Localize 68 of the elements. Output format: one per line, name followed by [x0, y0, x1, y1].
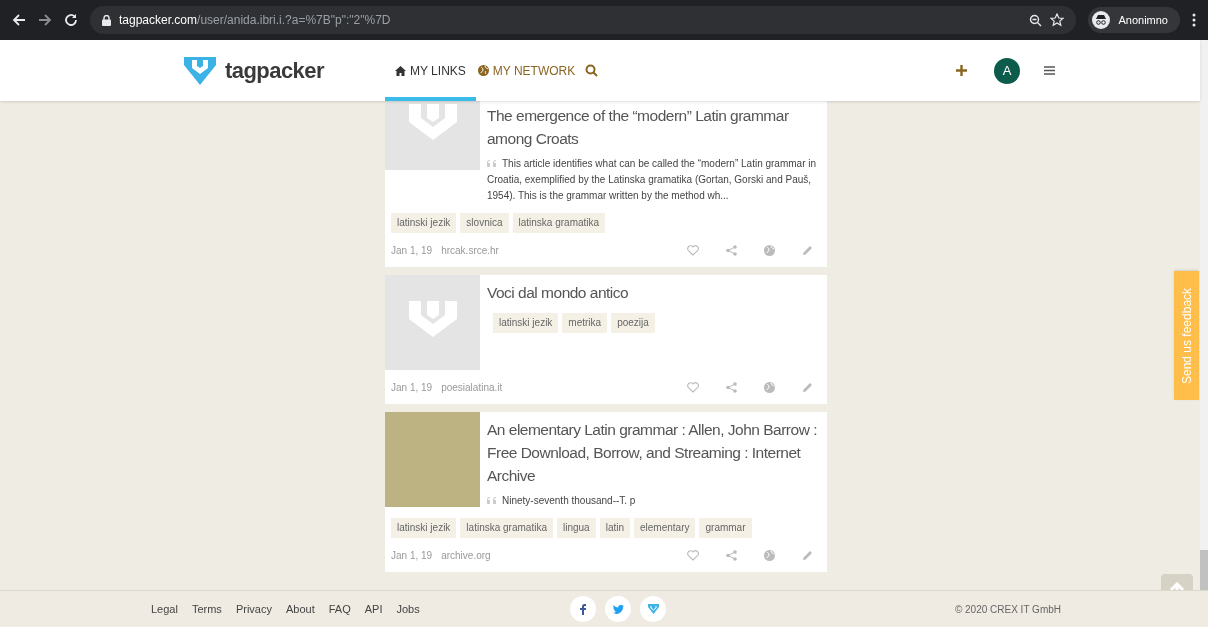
lock-icon — [102, 14, 111, 26]
user-avatar[interactable]: A — [994, 57, 1020, 84]
link-description: Ninety-seventh thousand--T. p — [487, 493, 819, 509]
heart-icon[interactable] — [687, 549, 699, 561]
tag-chip[interactable]: poezija — [611, 313, 655, 333]
footer-link[interactable]: About — [285, 600, 315, 618]
plus-icon[interactable] — [956, 65, 967, 76]
globe-icon[interactable] — [764, 381, 775, 393]
footer-link[interactable]: FAQ — [328, 600, 351, 618]
quote-icon — [487, 497, 497, 504]
quote-icon — [487, 160, 497, 167]
link-source[interactable]: archive.org — [441, 547, 491, 563]
link-date: Jan 1, 19 — [391, 548, 433, 563]
tag-chip[interactable]: elementary — [634, 518, 696, 538]
link-title[interactable]: Voci dal mondo antico — [487, 281, 819, 304]
tag-chip[interactable]: slovnica — [460, 213, 509, 233]
share-icon[interactable] — [726, 549, 737, 561]
copyright-text: © 2020 CREX IT GmbH — [954, 602, 1061, 617]
pencil-icon[interactable] — [802, 381, 813, 393]
tag-chip[interactable]: metrika — [562, 313, 608, 333]
facebook-icon[interactable] — [570, 596, 596, 622]
logo-icon — [183, 55, 217, 86]
scrollbar[interactable] — [1200, 40, 1208, 590]
zoom-icon[interactable] — [1029, 13, 1043, 27]
pencil-icon[interactable] — [802, 549, 813, 561]
reload-icon[interactable] — [64, 13, 78, 27]
link-date: Jan 1, 19 — [391, 243, 433, 258]
footer-link[interactable]: Jobs — [396, 600, 420, 618]
globe-icon[interactable] — [764, 549, 775, 561]
tag-chip[interactable]: latinski jezik — [493, 313, 559, 333]
tag-chip[interactable]: latinska gramatika — [512, 213, 606, 233]
star-icon[interactable] — [1050, 13, 1065, 27]
address-bar[interactable]: tagpacker.com/user/anida.ibri.i.?a=%7B"p":"2"%7D — [90, 6, 1077, 34]
tagpacker-logo[interactable]: tagpacker — [183, 54, 385, 87]
globe-icon — [477, 65, 489, 76]
forward-arrow-icon[interactable] — [38, 13, 52, 27]
heart-icon[interactable] — [687, 381, 699, 393]
incognito-icon — [1092, 11, 1111, 29]
footer-link[interactable]: API — [364, 600, 383, 618]
profile-chip[interactable]: Anonimno — [1088, 7, 1180, 33]
heart-icon[interactable] — [687, 244, 699, 256]
link-title[interactable]: The emergence of the “modern” Latin grammar among Croats — [487, 104, 819, 150]
twitter-icon[interactable] — [605, 596, 631, 622]
search-icon[interactable] — [585, 64, 599, 77]
link-title[interactable]: An elementary Latin grammar : Allen, John Barrow : Free Download, Borrow, and Streaming : Internet Archive — [487, 418, 819, 487]
nav-tab[interactable]: MY NETWORK — [475, 40, 578, 101]
link-date: Jan 1, 19 — [391, 380, 433, 395]
tag-chip[interactable]: latinski jezik — [391, 213, 457, 233]
footer-link[interactable]: Terms — [191, 600, 222, 618]
footer-link[interactable]: Legal — [151, 600, 178, 618]
link-source[interactable]: hrcak.srce.hr — [441, 242, 499, 258]
logo-icon[interactable] — [640, 596, 666, 622]
back-arrow-icon[interactable] — [12, 13, 26, 27]
tag-chip[interactable]: lingua — [556, 518, 596, 538]
home-icon — [395, 65, 406, 76]
link-description: This article identifies what can be called the “modern” Latin grammar in Croatia, exemplified by the Latinska gramatika (Gortan, Gorski and Pauš, 1954). This is the grammar written by the method wh... — [487, 157, 818, 203]
pencil-icon[interactable] — [802, 244, 813, 256]
footer-link[interactable]: Privacy — [235, 600, 272, 618]
share-icon[interactable] — [726, 381, 737, 393]
tag-chip[interactable]: grammar — [699, 518, 752, 538]
more-menu-icon[interactable] — [1192, 13, 1196, 27]
tag-chip[interactable]: latinska gramatika — [460, 518, 553, 538]
share-icon[interactable] — [726, 244, 737, 256]
menu-icon[interactable] — [1044, 66, 1055, 75]
globe-icon[interactable] — [764, 244, 775, 256]
tag-chip[interactable]: latinski jezik — [391, 518, 457, 538]
link-source[interactable]: poesialatina.it — [441, 379, 503, 395]
tag-chip[interactable]: latin — [599, 518, 630, 538]
